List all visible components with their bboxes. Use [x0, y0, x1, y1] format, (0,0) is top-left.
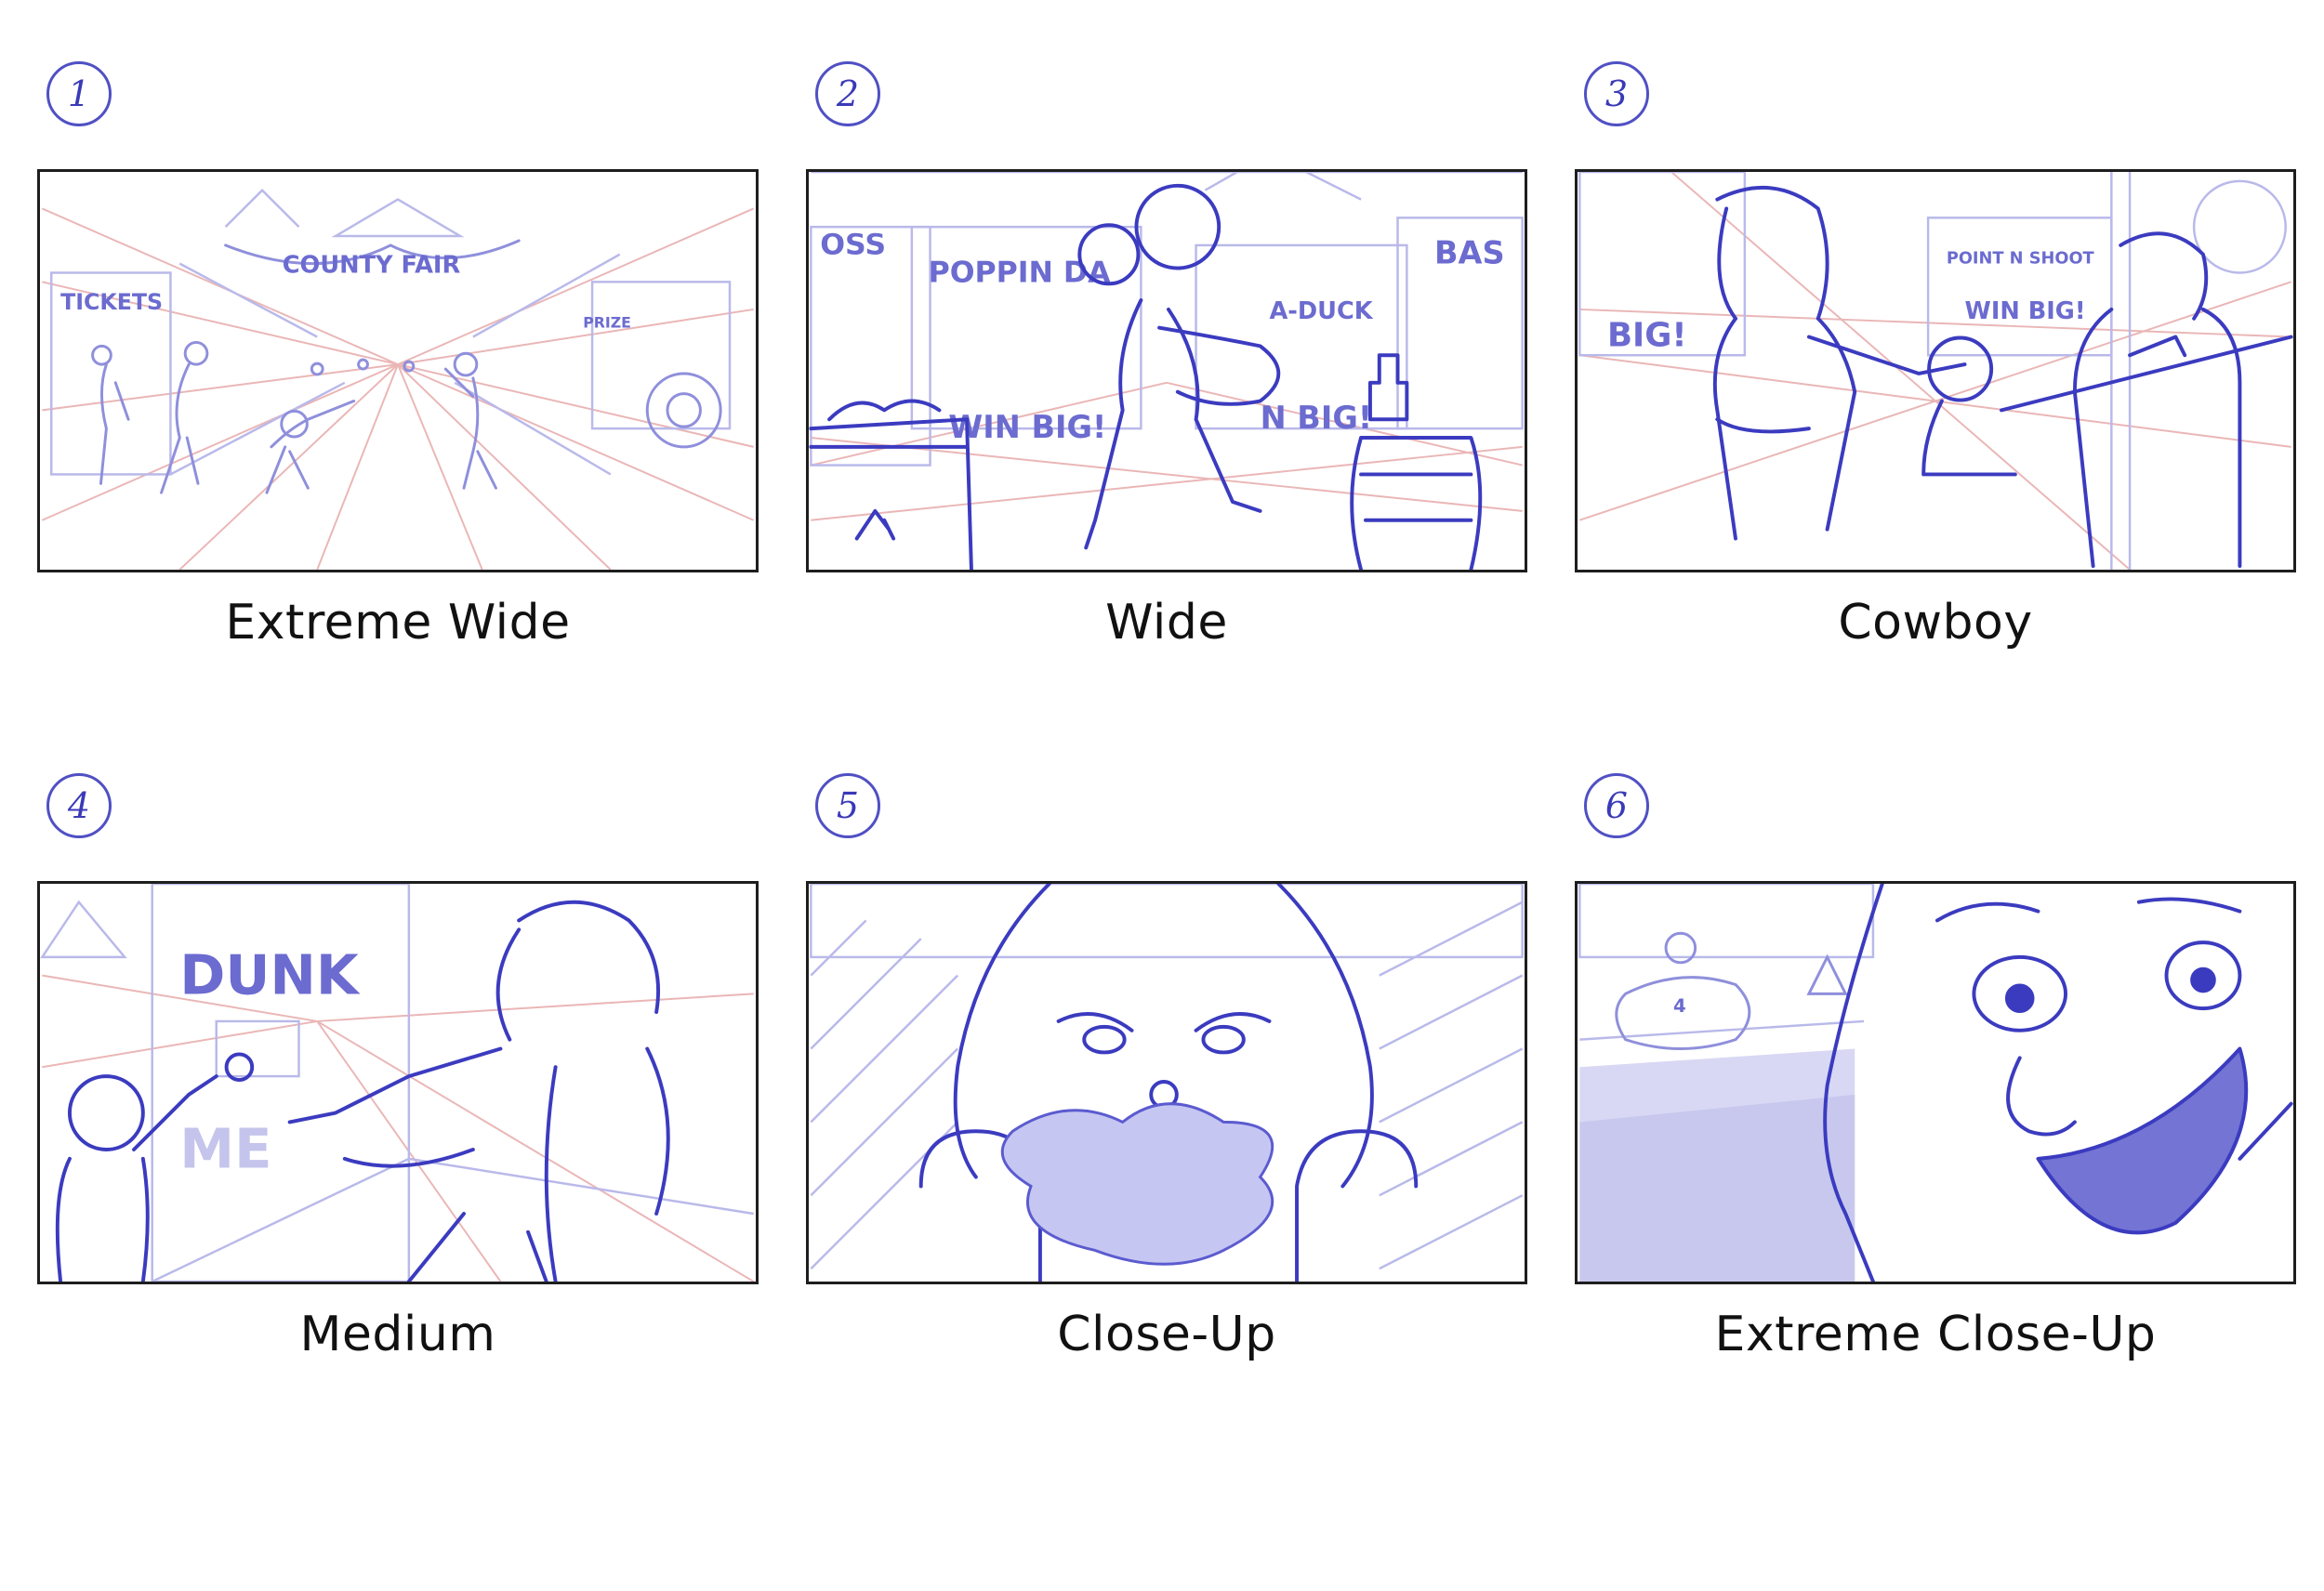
sketch-point-n-shoot: BIG! POINT N SHOOT WIN BIG! — [1578, 172, 2293, 570]
sign-bas: BAS — [1434, 235, 1505, 271]
sketch-water-balloon — [810, 884, 1524, 1282]
sign-me: ME — [179, 1117, 271, 1181]
sign-win-big-1: WIN BIG! — [948, 409, 1106, 445]
sketch-game-booths: OSS POPPIN DA A-DUCK BAS WIN BIG! N BIG! — [809, 172, 1524, 570]
panel-frame-6: 4 — [1575, 881, 2296, 1284]
caption-extreme-wide: Extreme Wide — [225, 595, 571, 651]
caption-extreme-close-up: Extreme Close-Up — [1714, 1307, 2157, 1362]
sign-oss: OSS — [820, 229, 886, 262]
panel-number-4: 4 — [46, 773, 112, 838]
sign-win-big-3: WIN BIG! — [1965, 297, 2086, 325]
kart-number: 4 — [1673, 995, 1686, 1017]
sketch-county-fair: COUNTY FAIR TICKETS PRIZE — [41, 188, 755, 570]
banner-county-fair: COUNTY FAIR — [283, 251, 461, 279]
caption-close-up: Close-Up — [1057, 1307, 1276, 1362]
sign-dunk: DUNK — [179, 942, 361, 1006]
panel-frame-3: BIG! POINT N SHOOT WIN BIG! — [1575, 169, 2296, 572]
panel-frame-2: OSS POPPIN DA A-DUCK BAS WIN BIG! N BIG! — [806, 169, 1527, 572]
panel-number-6: 6 — [1584, 773, 1649, 838]
sign-big: BIG! — [1607, 316, 1687, 354]
sketch-bumper-car: 4 — [1578, 884, 2293, 1282]
sketch-dunk-tank: DUNK ME — [40, 884, 755, 1282]
sign-tickets: TICKETS — [60, 289, 163, 315]
sign-prize: PRIZE — [583, 314, 631, 332]
panel-number-3: 3 — [1584, 61, 1649, 126]
panel-frame-1: COUNTY FAIR TICKETS PRIZE — [37, 169, 759, 572]
sign-win-big-2: N BIG! — [1261, 400, 1373, 436]
caption-medium: Medium — [299, 1307, 496, 1362]
sign-duck: A-DUCK — [1269, 297, 1373, 325]
caption-cowboy: Cowboy — [1838, 595, 2033, 651]
sign-point-n-shoot: POINT N SHOOT — [1947, 250, 2095, 269]
sign-poppin: POPPIN DA — [929, 256, 1111, 289]
panel-frame-5 — [806, 881, 1527, 1284]
panel-frame-4: DUNK ME — [37, 881, 759, 1284]
panel-number-1: 1 — [46, 61, 112, 126]
panel-number-2: 2 — [815, 61, 880, 126]
panel-number-5: 5 — [815, 773, 880, 838]
caption-wide: Wide — [1105, 595, 1228, 651]
